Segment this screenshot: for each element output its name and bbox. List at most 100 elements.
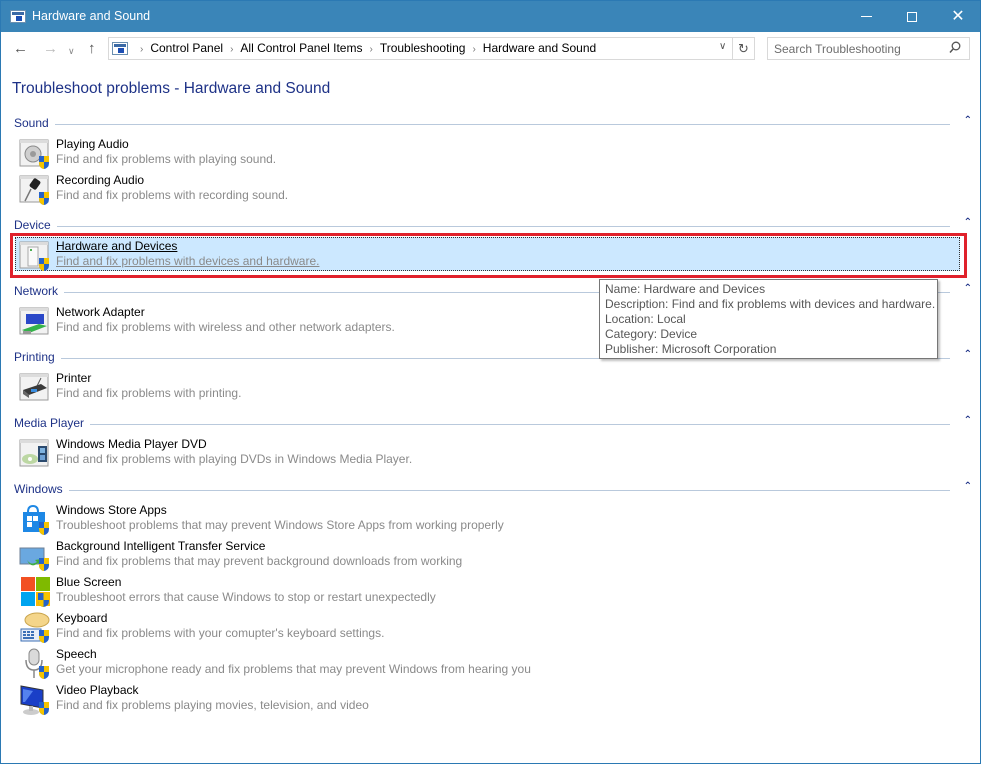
group-divider [14, 490, 950, 491]
troubleshooter-video-playback[interactable]: Video Playback Find and fix problems pla… [16, 682, 961, 716]
group-divider [14, 124, 950, 125]
collapse-icon[interactable]: ⌃ [964, 349, 972, 360]
troubleshooter-blue-screen[interactable]: Blue Screen Troubleshoot errors that cau… [16, 574, 961, 608]
bits-icon [19, 540, 51, 572]
item-name: Windows Store Apps [56, 503, 167, 517]
troubleshooter-tooltip: Name: Hardware and Devices Description: … [599, 279, 938, 359]
page-title: Troubleshoot problems - Hardware and Sou… [12, 80, 331, 97]
item-name: Printer [56, 371, 92, 385]
recent-locations-button[interactable]: ∨ [68, 42, 75, 60]
item-description: Find and fix problems with wireless and … [56, 320, 395, 334]
group-header-sound: Sound ⌃ [14, 115, 974, 132]
item-name: Background Intelligent Transfer Service [56, 539, 266, 553]
tooltip-location: Location: Local [605, 312, 686, 326]
close-button[interactable]: ✕ [935, 1, 981, 32]
tooltip-name: Name: Hardware and Devices [605, 282, 766, 296]
search-icon[interactable] [949, 41, 961, 54]
tooltip-publisher: Publisher: Microsoft Corporation [605, 342, 777, 356]
item-description: Find and fix problems with playing DVDs … [56, 452, 413, 466]
item-description: Find and fix problems with playing sound… [56, 152, 277, 166]
address-dropdown-button[interactable]: ∨ [719, 41, 726, 52]
breadcrumb-separator[interactable]: › [140, 44, 143, 55]
breadcrumb-separator[interactable]: › [472, 44, 475, 55]
group-label: Network [14, 284, 65, 298]
address-bar[interactable]: › Control Panel › All Control Panel Items › T… [108, 37, 733, 60]
collapse-icon[interactable]: ⌃ [964, 217, 972, 228]
back-button[interactable]: ← [13, 40, 28, 58]
windows-logo-icon [19, 576, 51, 608]
breadcrumb-separator[interactable]: › [230, 44, 233, 55]
maximize-icon [907, 11, 917, 22]
item-description: Troubleshoot errors that cause Windows t… [56, 590, 436, 604]
monitor-icon [19, 684, 51, 716]
up-button[interactable]: ↑ [88, 40, 96, 58]
item-name: Speech [56, 647, 97, 661]
collapse-icon[interactable]: ⌃ [964, 115, 972, 126]
item-description: Find and fix problems with your comupter… [56, 626, 385, 640]
speaker-icon [19, 138, 51, 170]
item-description: Find and fix problems with recording sou… [56, 188, 289, 202]
group-label: Sound [14, 116, 55, 130]
item-name: Video Playback [56, 683, 139, 697]
breadcrumb: › Control Panel › All Control Panel Items › T… [133, 41, 596, 55]
collapse-icon[interactable]: ⌃ [964, 481, 972, 492]
troubleshooter-printer[interactable]: Printer Find and fix problems with print… [16, 370, 961, 404]
refresh-icon: ↻ [738, 41, 749, 56]
window-title: Hardware and Sound [32, 9, 151, 23]
troubleshooter-windows-store-apps[interactable]: Windows Store Apps Troubleshoot problems… [16, 502, 961, 536]
group-header-media-player: Media Player ⌃ [14, 415, 974, 432]
group-divider [14, 226, 950, 227]
item-description: Find and fix problems that may prevent b… [56, 554, 463, 568]
item-name: Recording Audio [56, 173, 145, 187]
troubleshooter-background-intelligent-transfer-service[interactable]: Background Intelligent Transfer Service … [16, 538, 961, 572]
group-header-windows: Windows ⌃ [14, 481, 974, 498]
item-description: Get your microphone ready and fix proble… [56, 662, 531, 676]
breadcrumb-control-panel[interactable]: Control Panel [150, 41, 223, 55]
troubleshooter-speech[interactable]: Speech Get your microphone ready and fix… [16, 646, 961, 680]
item-name: Blue Screen [56, 575, 122, 589]
keyboard-icon [19, 612, 51, 644]
troubleshooter-windows-media-player-dvd[interactable]: Windows Media Player DVD Find and fix pr… [16, 436, 961, 470]
search-input[interactable]: Search Troubleshooting [767, 37, 970, 60]
microphone-icon [19, 174, 51, 206]
tooltip-description: Description: Find and fix problems with … [605, 297, 936, 311]
group-label: Windows [14, 482, 69, 496]
speech-mic-icon [19, 648, 51, 680]
collapse-icon[interactable]: ⌃ [964, 283, 972, 294]
search-placeholder: Search Troubleshooting [774, 42, 901, 56]
breadcrumb-troubleshooting[interactable]: Troubleshooting [380, 41, 466, 55]
troubleshooter-keyboard[interactable]: Keyboard Find and fix problems with your… [16, 610, 961, 644]
breadcrumb-hardware-and-sound[interactable]: Hardware and Sound [483, 41, 596, 55]
item-description: Find and fix problems with printing. [56, 386, 242, 400]
control-panel-icon [112, 42, 128, 55]
item-name: Playing Audio [56, 137, 129, 151]
navigation-bar: ← → ∨ ↑ › Control Panel › All Control Panel… [1, 32, 980, 66]
troubleshooter-playing-audio[interactable]: Playing Audio Find and fix problems with… [16, 136, 961, 170]
title-bar[interactable]: Hardware and Sound ✕ [1, 1, 980, 32]
breadcrumb-separator[interactable]: › [369, 44, 372, 55]
dvd-icon [19, 438, 51, 470]
group-label: Printing [14, 350, 61, 364]
maximize-button[interactable] [889, 1, 935, 32]
refresh-button[interactable]: ↻ [733, 37, 755, 60]
group-label: Media Player [14, 416, 91, 430]
troubleshooter-recording-audio[interactable]: Recording Audio Find and fix problems wi… [16, 172, 961, 206]
control-panel-icon [10, 10, 26, 23]
item-description: Troubleshoot problems that may prevent W… [56, 518, 504, 532]
highlight-annotation-box [10, 233, 967, 278]
close-icon: ✕ [951, 8, 965, 25]
collapse-icon[interactable]: ⌃ [964, 415, 972, 426]
control-panel-window: Hardware and Sound ✕ ← → ∨ ↑ › Control Pa… [0, 0, 981, 764]
store-icon [19, 504, 51, 536]
content-pane: Troubleshoot problems - Hardware and Sou… [1, 66, 980, 763]
network-adapter-icon [19, 306, 51, 338]
item-name: Windows Media Player DVD [56, 437, 207, 451]
printer-icon [19, 372, 51, 404]
minimize-button[interactable] [843, 1, 889, 32]
breadcrumb-all-items[interactable]: All Control Panel Items [240, 41, 362, 55]
group-label: Device [14, 218, 57, 232]
forward-button[interactable]: → [43, 40, 58, 58]
item-name: Network Adapter [56, 305, 145, 319]
item-description: Find and fix problems playing movies, te… [56, 698, 369, 712]
item-name: Keyboard [56, 611, 108, 625]
